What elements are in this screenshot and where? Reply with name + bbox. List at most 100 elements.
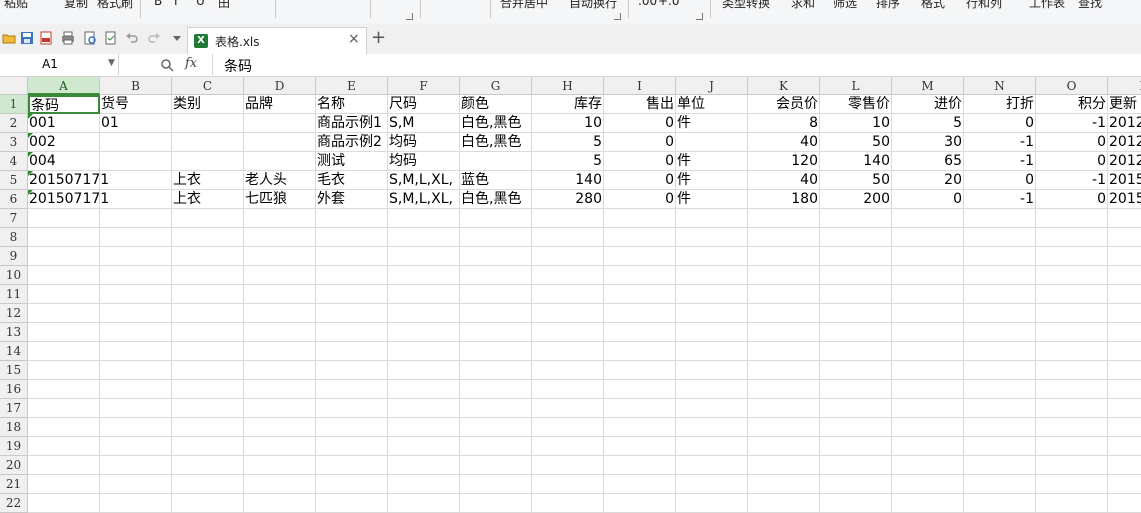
table-cell[interactable]: [676, 342, 748, 361]
table-cell[interactable]: [1108, 304, 1141, 323]
table-cell[interactable]: [820, 304, 892, 323]
table-cell[interactable]: [172, 228, 244, 247]
table-cell[interactable]: 2012: [1108, 133, 1141, 152]
row-header[interactable]: 17: [0, 399, 28, 418]
table-cell[interactable]: 0: [1036, 152, 1108, 171]
row-header[interactable]: 21: [0, 475, 28, 494]
column-header[interactable]: D: [244, 77, 316, 95]
table-cell[interactable]: [532, 475, 604, 494]
row-header[interactable]: 2: [0, 114, 28, 133]
table-cell[interactable]: [604, 228, 676, 247]
table-cell[interactable]: 01: [100, 114, 172, 133]
table-cell[interactable]: 白色,黑色: [460, 190, 532, 209]
table-cell[interactable]: [1036, 361, 1108, 380]
table-cell[interactable]: [748, 342, 820, 361]
table-cell[interactable]: 50: [820, 133, 892, 152]
table-cell[interactable]: [244, 152, 316, 171]
table-cell[interactable]: [820, 361, 892, 380]
table-cell[interactable]: [244, 475, 316, 494]
table-cell[interactable]: [532, 437, 604, 456]
table-cell[interactable]: 库存: [532, 95, 604, 114]
table-cell[interactable]: [244, 228, 316, 247]
table-cell[interactable]: 件: [676, 190, 748, 209]
table-cell[interactable]: [388, 342, 460, 361]
table-cell[interactable]: [604, 342, 676, 361]
table-cell[interactable]: [1108, 475, 1141, 494]
table-cell[interactable]: [964, 494, 1036, 513]
table-cell[interactable]: [892, 475, 964, 494]
file-tab[interactable]: X 表格.xls ×: [187, 27, 367, 55]
table-cell[interactable]: 5: [532, 152, 604, 171]
table-cell[interactable]: [244, 380, 316, 399]
table-cell[interactable]: [316, 494, 388, 513]
table-cell[interactable]: [28, 266, 100, 285]
table-cell[interactable]: [604, 456, 676, 475]
table-cell[interactable]: 白色,黑色: [460, 133, 532, 152]
table-cell[interactable]: [604, 266, 676, 285]
table-cell[interactable]: -1: [1036, 114, 1108, 133]
ribbon-item[interactable]: 查找: [1078, 0, 1102, 12]
row-header[interactable]: 13: [0, 323, 28, 342]
table-cell[interactable]: [676, 456, 748, 475]
table-cell[interactable]: [100, 304, 172, 323]
table-cell[interactable]: 条码: [28, 95, 100, 114]
table-cell[interactable]: 均码: [388, 133, 460, 152]
column-header[interactable]: J: [676, 77, 748, 95]
table-cell[interactable]: [676, 323, 748, 342]
table-cell[interactable]: [604, 361, 676, 380]
column-header[interactable]: M: [892, 77, 964, 95]
table-cell[interactable]: 65: [892, 152, 964, 171]
table-cell[interactable]: S,M,L,XL,: [388, 171, 460, 190]
table-cell[interactable]: 0: [604, 171, 676, 190]
export-pdf-icon[interactable]: [39, 31, 53, 45]
table-cell[interactable]: 2015: [1108, 171, 1141, 190]
table-cell[interactable]: [820, 228, 892, 247]
table-cell[interactable]: [100, 380, 172, 399]
ribbon-item[interactable]: +.0: [658, 0, 680, 12]
table-cell[interactable]: 50: [820, 171, 892, 190]
table-cell[interactable]: [892, 380, 964, 399]
table-cell[interactable]: [388, 209, 460, 228]
table-cell[interactable]: 货号: [100, 95, 172, 114]
table-cell[interactable]: 件: [676, 114, 748, 133]
table-cell[interactable]: [388, 247, 460, 266]
table-cell[interactable]: 8: [748, 114, 820, 133]
table-cell[interactable]: [100, 418, 172, 437]
table-cell[interactable]: [172, 266, 244, 285]
table-cell[interactable]: [748, 399, 820, 418]
table-cell[interactable]: 0: [604, 152, 676, 171]
table-cell[interactable]: [172, 399, 244, 418]
table-cell[interactable]: [892, 361, 964, 380]
column-header[interactable]: K: [748, 77, 820, 95]
table-cell[interactable]: 外套: [316, 190, 388, 209]
table-cell[interactable]: [820, 380, 892, 399]
table-cell[interactable]: [892, 399, 964, 418]
table-cell[interactable]: [820, 475, 892, 494]
table-cell[interactable]: [28, 399, 100, 418]
table-cell[interactable]: [460, 209, 532, 228]
table-cell[interactable]: [532, 323, 604, 342]
table-cell[interactable]: [676, 475, 748, 494]
table-cell[interactable]: [100, 266, 172, 285]
column-header[interactable]: A: [28, 77, 100, 95]
table-cell[interactable]: [748, 209, 820, 228]
ribbon-item[interactable]: I: [174, 0, 178, 12]
table-cell[interactable]: [388, 475, 460, 494]
row-header[interactable]: 18: [0, 418, 28, 437]
table-cell[interactable]: 201507171: [28, 171, 109, 190]
table-cell[interactable]: [604, 247, 676, 266]
row-header[interactable]: 19: [0, 437, 28, 456]
table-cell[interactable]: [820, 342, 892, 361]
column-header[interactable]: L: [820, 77, 892, 95]
table-cell[interactable]: [244, 133, 316, 152]
table-cell[interactable]: [820, 323, 892, 342]
table-cell[interactable]: [964, 247, 1036, 266]
undo-icon[interactable]: [125, 31, 139, 45]
table-cell[interactable]: [1108, 456, 1141, 475]
table-cell[interactable]: [604, 323, 676, 342]
table-cell[interactable]: 均码: [388, 152, 460, 171]
table-cell[interactable]: [532, 285, 604, 304]
ribbon-item[interactable]: 粘贴: [4, 0, 28, 12]
table-cell[interactable]: [172, 323, 244, 342]
table-cell[interactable]: [28, 380, 100, 399]
